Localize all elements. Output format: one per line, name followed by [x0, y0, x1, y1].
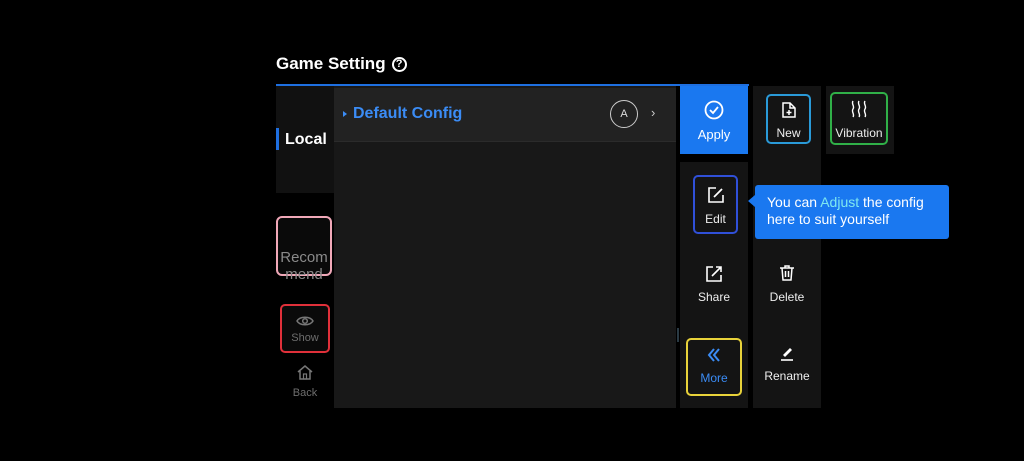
edit-icon — [707, 187, 724, 203]
new-button[interactable]: New — [766, 94, 811, 144]
tooltip-text-before: You can — [767, 194, 821, 210]
check-circle-icon — [704, 100, 724, 120]
expand-triangle-icon — [343, 111, 347, 117]
share-icon — [706, 266, 722, 282]
tab-recommend[interactable]: Recom mend — [276, 216, 332, 283]
show-button[interactable]: Show — [280, 304, 330, 353]
config-row-default[interactable]: Default Config A › — [334, 88, 676, 142]
tooltip-highlight: Adjust — [820, 194, 860, 210]
more-label: More — [700, 371, 728, 385]
edit-tooltip: You can Adjust the config here to suit y… — [748, 185, 949, 239]
apply-button[interactable]: Apply — [680, 86, 748, 154]
pen-icon — [781, 348, 793, 361]
vibration-button[interactable]: Vibration — [830, 92, 888, 145]
avatar[interactable]: A — [610, 100, 638, 128]
delete-button[interactable]: Delete — [753, 262, 821, 307]
back-button[interactable]: Back — [284, 362, 326, 404]
vibration-label: Vibration — [835, 126, 883, 140]
edit-button[interactable]: Edit — [693, 175, 738, 234]
share-button[interactable]: Share — [680, 259, 748, 309]
more-button[interactable]: More — [686, 338, 742, 396]
new-file-icon — [781, 102, 796, 118]
show-label: Show — [291, 332, 319, 344]
tab-local-label: Local — [285, 131, 327, 148]
new-label: New — [776, 126, 801, 140]
rename-label: Rename — [764, 369, 810, 383]
active-indicator — [276, 128, 279, 150]
back-label: Back — [292, 387, 318, 399]
double-chevron-left-icon — [707, 348, 720, 362]
eye-icon — [296, 316, 314, 326]
share-label: Share — [697, 290, 731, 304]
trash-icon — [780, 265, 794, 281]
config-name: Default Config — [353, 105, 463, 122]
scroll-marker — [677, 328, 679, 342]
action-column-2: New Delete Rename — [753, 86, 821, 408]
home-icon — [297, 365, 313, 380]
vibration-icon — [851, 100, 867, 118]
action-column-1: Edit Share More — [680, 162, 748, 408]
chevron-right-icon[interactable]: › — [651, 105, 655, 120]
page-title: Game Setting — [276, 54, 386, 73]
delete-label: Delete — [769, 290, 805, 304]
action-column-3: Vibration — [826, 86, 894, 154]
help-circle-icon[interactable]: ? — [391, 56, 407, 72]
rename-button[interactable]: Rename — [753, 342, 821, 387]
page-title-row: Game Setting ? — [276, 54, 407, 74]
tooltip-arrow — [748, 195, 755, 207]
edit-label: Edit — [705, 212, 726, 226]
tab-local[interactable]: Local — [276, 128, 334, 152]
apply-label: Apply — [697, 127, 731, 142]
tab-recommend-label: Recom mend — [280, 249, 328, 283]
